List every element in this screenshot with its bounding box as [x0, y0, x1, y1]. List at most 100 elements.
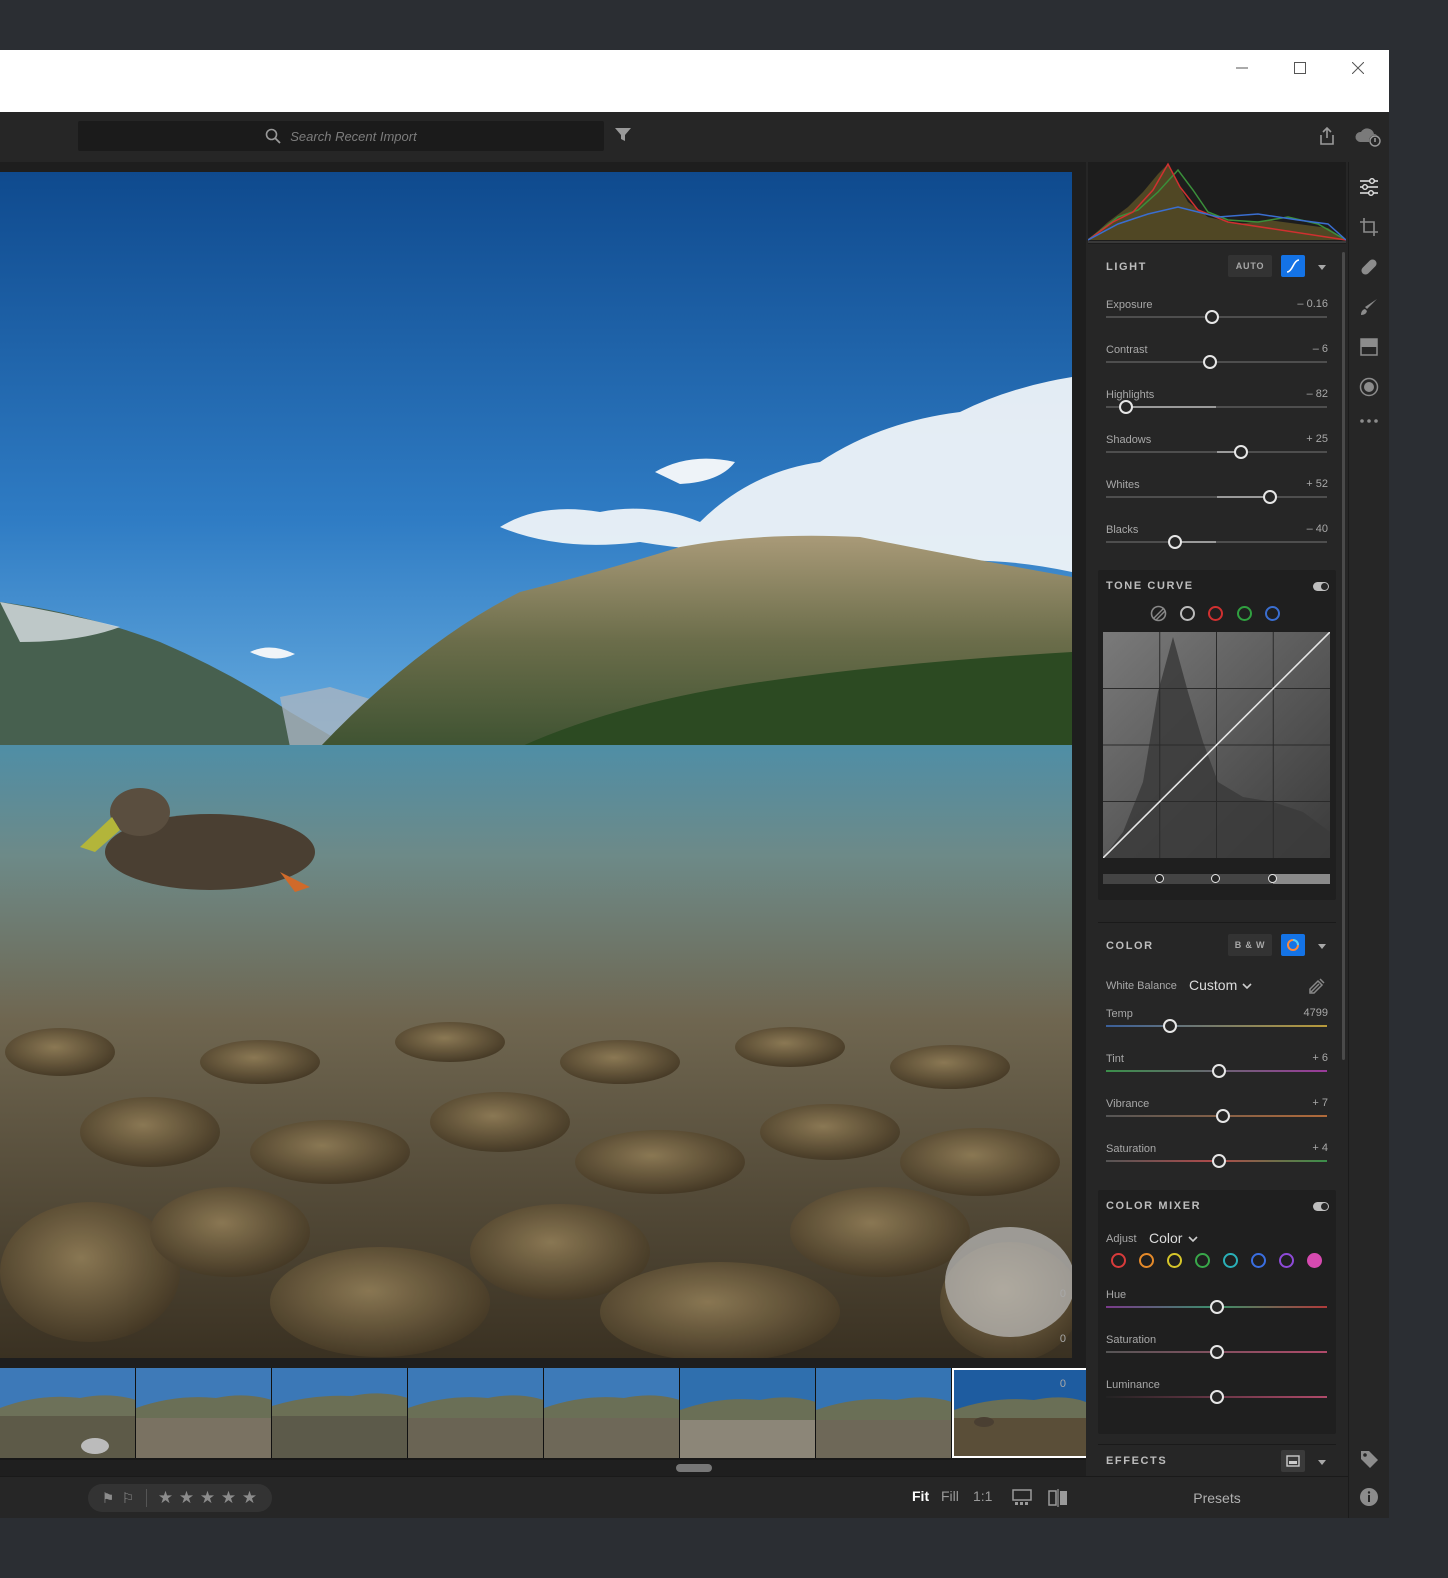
color-saturation-value[interactable]: + 4 — [1312, 1142, 1328, 1154]
curve-split-slider[interactable] — [1103, 874, 1330, 884]
filmstrip-thumbnail[interactable] — [408, 1368, 544, 1458]
color-temp-knob[interactable] — [1163, 1019, 1178, 1033]
light-highlights-slider[interactable] — [1106, 400, 1327, 414]
mixer-swatch-6[interactable] — [1251, 1253, 1266, 1268]
light-contrast-slider[interactable] — [1106, 355, 1327, 369]
more-tools[interactable] — [1358, 410, 1380, 432]
tone-curve-graph[interactable] — [1103, 632, 1330, 858]
filmstrip-thumbnail[interactable] — [816, 1368, 952, 1458]
share-icon[interactable] — [1318, 126, 1336, 146]
mixer-hue-slider[interactable] — [1106, 1300, 1327, 1314]
effects-section-title[interactable]: EFFECTS — [1106, 1455, 1167, 1467]
brush-tool[interactable] — [1358, 296, 1380, 318]
star-rating-1[interactable]: ★ — [155, 1488, 176, 1508]
filmstrip-resize-handle[interactable] — [676, 1464, 712, 1472]
light-blacks-slider[interactable] — [1106, 535, 1327, 549]
vignette-button[interactable] — [1281, 1450, 1305, 1472]
light-exposure-value[interactable]: – 0.16 — [1297, 298, 1328, 310]
grid-view-icon[interactable] — [1012, 1489, 1032, 1507]
mixer-swatch-3[interactable] — [1167, 1253, 1182, 1268]
mixer-luminance-knob[interactable] — [1209, 1390, 1224, 1404]
filmstrip-thumbnail[interactable] — [544, 1368, 680, 1458]
eyedropper-icon[interactable] — [1309, 976, 1327, 994]
light-whites-slider[interactable] — [1106, 490, 1327, 504]
reject-flag-icon[interactable]: ⚐ — [118, 1490, 138, 1507]
light-shadows-slider[interactable] — [1106, 445, 1327, 459]
light-whites-value[interactable]: + 52 — [1306, 478, 1328, 490]
compare-view-icon[interactable] — [1048, 1489, 1068, 1507]
minimize-button[interactable] — [1213, 50, 1271, 86]
star-rating-2[interactable]: ★ — [176, 1488, 197, 1508]
healing-tool[interactable] — [1358, 256, 1380, 278]
color-vibrance-value[interactable]: + 7 — [1312, 1097, 1328, 1109]
presets-button[interactable]: Presets — [1086, 1476, 1348, 1518]
color-temp-value[interactable]: 4799 — [1304, 1007, 1328, 1019]
mixer-saturation-knob[interactable] — [1209, 1345, 1224, 1359]
zoom-1to1-button[interactable]: 1:1 — [973, 1488, 992, 1504]
tone-curve-toggle-button[interactable] — [1281, 255, 1305, 277]
star-rating-3[interactable]: ★ — [197, 1488, 218, 1508]
curve-split-knob-2[interactable] — [1211, 874, 1220, 883]
filmstrip-thumbnail-selected[interactable] — [952, 1368, 1088, 1458]
light-blacks-value[interactable]: – 40 — [1307, 523, 1328, 535]
mixer-hue-knob[interactable] — [1209, 1300, 1224, 1314]
star-rating-5[interactable]: ★ — [239, 1488, 260, 1508]
color-section-title[interactable]: COLOR — [1106, 940, 1154, 952]
white-balance-chevron-icon[interactable] — [1242, 982, 1252, 990]
pick-flag-icon[interactable]: ⚑ — [98, 1490, 118, 1507]
white-balance-select[interactable]: Custom — [1189, 977, 1237, 993]
maximize-button[interactable] — [1271, 50, 1329, 86]
linear-gradient-tool[interactable] — [1358, 336, 1380, 358]
filmstrip-thumbnail[interactable] — [136, 1368, 272, 1458]
zoom-fill-button[interactable]: Fill — [941, 1488, 959, 1504]
light-exposure-knob[interactable] — [1205, 310, 1220, 324]
light-shadows-value[interactable]: + 25 — [1306, 433, 1328, 445]
light-blacks-knob[interactable] — [1167, 535, 1182, 549]
color-saturation-knob[interactable] — [1211, 1154, 1226, 1168]
main-photo[interactable] — [0, 172, 1072, 1358]
color-tint-slider[interactable] — [1106, 1064, 1327, 1078]
mixer-swatch-2[interactable] — [1139, 1253, 1154, 1268]
cloud-sync-icon[interactable] — [1354, 126, 1384, 148]
color-tint-value[interactable]: + 6 — [1312, 1052, 1328, 1064]
curve-split-knob-1[interactable] — [1155, 874, 1164, 883]
color-vibrance-slider[interactable] — [1106, 1109, 1327, 1123]
effects-expand-chevron-icon[interactable] — [1318, 1460, 1326, 1465]
filmstrip-thumbnail[interactable] — [272, 1368, 408, 1458]
color-temp-slider[interactable] — [1106, 1019, 1327, 1033]
tone-curve-toggle[interactable] — [1313, 582, 1329, 591]
mixer-swatch-5[interactable] — [1223, 1253, 1238, 1268]
mixer-swatch-8[interactable] — [1307, 1253, 1322, 1268]
filmstrip-thumbnail[interactable] — [0, 1368, 136, 1458]
light-whites-knob[interactable] — [1262, 490, 1277, 504]
auto-button[interactable]: AUTO — [1228, 255, 1272, 277]
mixer-luminance-slider[interactable] — [1106, 1390, 1327, 1404]
curve-blue-channel[interactable] — [1265, 606, 1280, 621]
color-saturation-slider[interactable] — [1106, 1154, 1327, 1168]
crop-tool[interactable] — [1358, 216, 1380, 238]
mixer-swatch-1[interactable] — [1111, 1253, 1126, 1268]
radial-gradient-tool[interactable] — [1358, 376, 1380, 398]
mixer-swatch-4[interactable] — [1195, 1253, 1210, 1268]
light-contrast-knob[interactable] — [1202, 355, 1217, 369]
bw-button[interactable]: B & W — [1228, 934, 1272, 956]
color-mixer-toggle[interactable] — [1313, 1202, 1329, 1211]
star-rating-4[interactable]: ★ — [218, 1488, 239, 1508]
curve-rgb-channel[interactable] — [1180, 606, 1195, 621]
close-button[interactable] — [1329, 50, 1387, 86]
mixer-swatch-7[interactable] — [1279, 1253, 1294, 1268]
curve-green-channel[interactable] — [1237, 606, 1252, 621]
mixer-saturation-slider[interactable] — [1106, 1345, 1327, 1359]
color-expand-chevron-icon[interactable] — [1318, 944, 1326, 949]
info-tool[interactable] — [1358, 1486, 1380, 1508]
curve-red-channel[interactable] — [1208, 606, 1223, 621]
zoom-fit-button[interactable]: Fit — [912, 1488, 929, 1504]
light-contrast-value[interactable]: – 6 — [1313, 343, 1328, 355]
mixer-luminance-value[interactable]: 0 — [1060, 1378, 1066, 1390]
color-tint-knob[interactable] — [1211, 1064, 1226, 1078]
filter-icon[interactable] — [614, 127, 632, 143]
edit-tool[interactable] — [1358, 176, 1380, 198]
mixer-saturation-value[interactable]: 0 — [1060, 1333, 1066, 1345]
mixer-hue-value[interactable]: 0 — [1060, 1288, 1066, 1300]
color-vibrance-knob[interactable] — [1216, 1109, 1231, 1123]
